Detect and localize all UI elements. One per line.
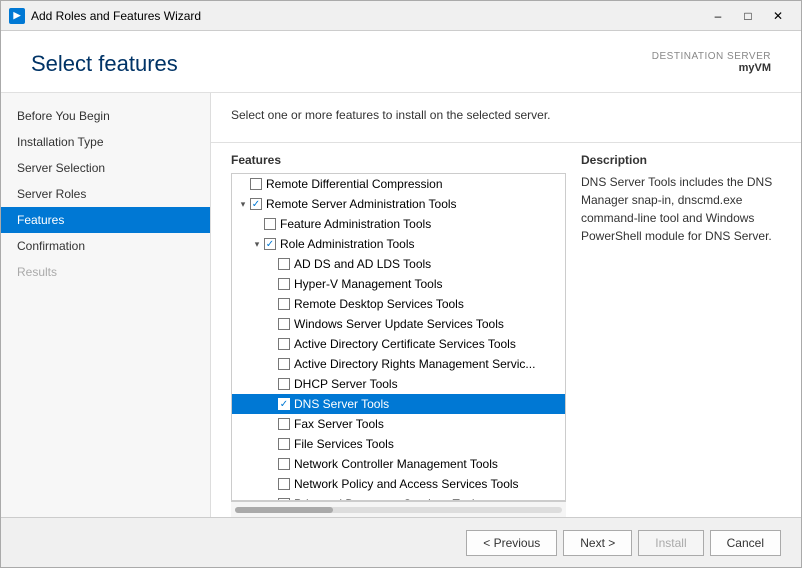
label-wsustools: Windows Server Update Services Tools — [294, 317, 504, 331]
label-adcstools: Active Directory Certificate Services To… — [294, 337, 516, 351]
sidebar-item-installation-type[interactable]: Installation Type — [1, 129, 210, 155]
label-rat: Role Administration Tools — [280, 237, 415, 251]
main-window: ▶ Add Roles and Features Wizard – □ ✕ Se… — [0, 0, 802, 568]
instruction-text: Select one or more features to install o… — [231, 108, 781, 122]
label-pdtools: Print and Document Services Tools — [294, 497, 481, 501]
tree-item-adrmtools[interactable]: Active Directory Rights Management Servi… — [232, 354, 565, 374]
checkbox-wsustools[interactable] — [278, 318, 290, 330]
install-label: Install — [655, 536, 686, 550]
next-button[interactable]: Next > — [563, 530, 632, 556]
description-panel: Description DNS Server Tools includes th… — [581, 143, 781, 517]
checkbox-dnstools[interactable] — [278, 398, 290, 410]
sidebar-item-results: Results — [1, 259, 210, 285]
previous-button[interactable]: < Previous — [466, 530, 557, 556]
horizontal-scrollbar[interactable] — [231, 501, 566, 517]
tree-item-adcstools[interactable]: Active Directory Certificate Services To… — [232, 334, 565, 354]
description-text: DNS Server Tools includes the DNS Manage… — [581, 173, 781, 245]
checkbox-adrmtools[interactable] — [278, 358, 290, 370]
features-panel: Features Remote Differential Compression — [231, 143, 566, 517]
tree-item-rat[interactable]: Role Administration Tools — [232, 234, 565, 254]
window-title: Add Roles and Features Wizard — [31, 9, 703, 23]
label-faxtools: Fax Server Tools — [294, 417, 384, 431]
label-dhcptools: DHCP Server Tools — [294, 377, 398, 391]
tree-item-fstools[interactable]: File Services Tools — [232, 434, 565, 454]
checkbox-ncmtools[interactable] — [278, 458, 290, 470]
window-controls: – □ ✕ — [703, 6, 793, 26]
checkbox-addstools[interactable] — [278, 258, 290, 270]
features-tree[interactable]: Remote Differential Compression Remote S… — [231, 173, 566, 501]
next-label: Next > — [580, 536, 615, 550]
label-npatools: Network Policy and Access Services Tools — [294, 477, 519, 491]
tree-item-wsustools[interactable]: Windows Server Update Services Tools — [232, 314, 565, 334]
minimize-button[interactable]: – — [703, 6, 733, 26]
main-body: Before You Begin Installation Type Serve… — [1, 93, 801, 517]
instruction-section: Select one or more features to install o… — [211, 93, 801, 143]
label-fat: Feature Administration Tools — [280, 217, 431, 231]
checkbox-rdc[interactable] — [250, 178, 262, 190]
label-addstools: AD DS and AD LDS Tools — [294, 257, 431, 271]
sidebar-item-before-you-begin[interactable]: Before You Begin — [1, 103, 210, 129]
cancel-label: Cancel — [727, 536, 764, 550]
label-hypervtools: Hyper-V Management Tools — [294, 277, 443, 291]
tree-item-rdc[interactable]: Remote Differential Compression — [232, 174, 565, 194]
sidebar-item-server-selection[interactable]: Server Selection — [1, 155, 210, 181]
app-icon: ▶ — [9, 8, 25, 24]
tree-item-npatools[interactable]: Network Policy and Access Services Tools — [232, 474, 565, 494]
label-rsat: Remote Server Administration Tools — [266, 197, 457, 211]
checkbox-fat[interactable] — [264, 218, 276, 230]
tree-item-rdtools[interactable]: Remote Desktop Services Tools — [232, 294, 565, 314]
label-rdtools: Remote Desktop Services Tools — [294, 297, 464, 311]
scrollbar-track — [235, 507, 562, 513]
label-rdc: Remote Differential Compression — [266, 177, 443, 191]
destination-server: DESTINATION SERVER myVM — [652, 51, 771, 74]
tree-item-hypervtools[interactable]: Hyper-V Management Tools — [232, 274, 565, 294]
checkbox-rat[interactable] — [264, 238, 276, 250]
scrollbar-thumb — [235, 507, 333, 513]
label-ncmtools: Network Controller Management Tools — [294, 457, 498, 471]
tree-item-rsat[interactable]: Remote Server Administration Tools — [232, 194, 565, 214]
tree-item-ncmtools[interactable]: Network Controller Management Tools — [232, 454, 565, 474]
checkbox-rsat[interactable] — [250, 198, 262, 210]
checkbox-hypervtools[interactable] — [278, 278, 290, 290]
checkbox-pdtools[interactable] — [278, 498, 290, 501]
tree-item-dhcptools[interactable]: DHCP Server Tools — [232, 374, 565, 394]
label-dnstools: DNS Server Tools — [294, 397, 389, 411]
tree-item-faxtools[interactable]: Fax Server Tools — [232, 414, 565, 434]
checkbox-fstools[interactable] — [278, 438, 290, 450]
destination-label: DESTINATION SERVER — [652, 51, 771, 62]
checkbox-adcstools[interactable] — [278, 338, 290, 350]
install-button: Install — [638, 530, 703, 556]
tree-item-pdtools[interactable]: Print and Document Services Tools — [232, 494, 565, 501]
sidebar-item-confirmation[interactable]: Confirmation — [1, 233, 210, 259]
tree-item-dnstools[interactable]: DNS Server Tools — [232, 394, 565, 414]
sidebar-item-server-roles[interactable]: Server Roles — [1, 181, 210, 207]
checkbox-npatools[interactable] — [278, 478, 290, 490]
page-header: Select features DESTINATION SERVER myVM — [1, 31, 801, 93]
footer: < Previous Next > Install Cancel — [1, 517, 801, 567]
label-adrmtools: Active Directory Rights Management Servi… — [294, 357, 535, 371]
previous-label: < Previous — [483, 536, 540, 550]
cancel-button[interactable]: Cancel — [710, 530, 781, 556]
checkbox-dhcptools[interactable] — [278, 378, 290, 390]
title-bar: ▶ Add Roles and Features Wizard – □ ✕ — [1, 1, 801, 31]
description-label: Description — [581, 153, 781, 167]
sidebar-item-features[interactable]: Features — [1, 207, 210, 233]
features-label: Features — [231, 153, 566, 167]
sidebar: Before You Begin Installation Type Serve… — [1, 93, 211, 517]
maximize-button[interactable]: □ — [733, 6, 763, 26]
expander-rat[interactable] — [250, 237, 264, 251]
right-panel: Select one or more features to install o… — [211, 93, 801, 517]
label-fstools: File Services Tools — [294, 437, 394, 451]
server-name: myVM — [652, 62, 771, 74]
tree-item-fat[interactable]: Feature Administration Tools — [232, 214, 565, 234]
page-title: Select features — [31, 51, 178, 77]
panels-row: Features Remote Differential Compression — [211, 143, 801, 517]
checkbox-faxtools[interactable] — [278, 418, 290, 430]
tree-item-addstools[interactable]: AD DS and AD LDS Tools — [232, 254, 565, 274]
close-button[interactable]: ✕ — [763, 6, 793, 26]
checkbox-rdtools[interactable] — [278, 298, 290, 310]
expander-rsat[interactable] — [236, 197, 250, 211]
